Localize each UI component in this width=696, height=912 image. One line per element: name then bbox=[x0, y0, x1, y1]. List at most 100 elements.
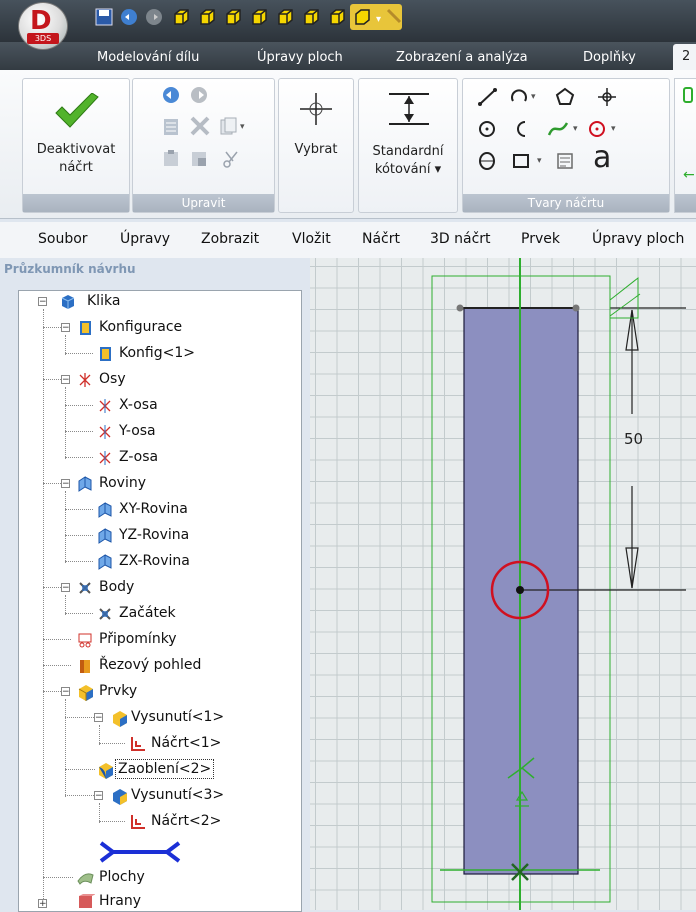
view-cube-icon-3[interactable] bbox=[224, 8, 242, 26]
tree-node-konfigurace[interactable]: Konfigurace bbox=[99, 317, 182, 337]
cut-icon[interactable] bbox=[221, 149, 241, 173]
explorer-title: Průzkumník návrhu bbox=[4, 262, 136, 276]
tree-node-prvky[interactable]: Prvky bbox=[99, 681, 137, 701]
select-button[interactable]: Vybrat bbox=[279, 141, 353, 159]
svg-text:▾: ▾ bbox=[573, 124, 578, 134]
axis-icon bbox=[97, 398, 113, 414]
group-edit: ▾ Upravit bbox=[132, 78, 275, 213]
design-explorer-tree[interactable]: − Klika − Konfigurace Konfig<1> − Osy X-… bbox=[18, 290, 302, 912]
spline-tool-icon[interactable]: ▾ bbox=[547, 119, 583, 143]
features-icon bbox=[77, 683, 93, 701]
deactivate-label-1: Deaktivovat bbox=[36, 142, 116, 157]
menu-nacrt[interactable]: Náčrt bbox=[362, 231, 400, 247]
extrude-icon bbox=[111, 787, 127, 805]
tree-node-vysunuti-3[interactable]: Vysunutí<3> bbox=[131, 785, 224, 805]
group-select: Vybrat bbox=[278, 78, 354, 213]
menu-zobrazit[interactable]: Zobrazit bbox=[201, 231, 259, 247]
list-icon[interactable] bbox=[161, 117, 181, 141]
plane-icon bbox=[97, 554, 113, 570]
view-cube-icon-4[interactable] bbox=[250, 8, 268, 26]
point-tool-icon[interactable] bbox=[597, 87, 617, 111]
group-next-partial: ← bbox=[674, 78, 696, 213]
standard-dimension-button[interactable]: Standardní kótování ▾ bbox=[359, 143, 457, 179]
tab-upravy-ploch[interactable]: Úpravy ploch bbox=[257, 50, 343, 65]
svg-text:▾: ▾ bbox=[611, 124, 616, 134]
redo-icon[interactable] bbox=[189, 85, 209, 109]
tree-node-zx-rovina[interactable]: ZX-Rovina bbox=[119, 551, 190, 571]
ellipse-tool-icon[interactable] bbox=[477, 151, 497, 175]
view-dropdown-button[interactable]: ▾ bbox=[350, 4, 402, 30]
paste-special-icon[interactable] bbox=[189, 149, 209, 173]
arc-center-tool-icon[interactable] bbox=[513, 119, 533, 143]
tab-2d[interactable]: 2 bbox=[673, 44, 696, 70]
view-cube-icon-1[interactable] bbox=[172, 8, 190, 26]
tree-node-y-osa[interactable]: Y-osa bbox=[119, 421, 156, 441]
next-tool-icon-1[interactable] bbox=[683, 87, 693, 103]
group-footer-empty bbox=[23, 194, 129, 212]
sketch-icon bbox=[129, 736, 145, 752]
tree-node-yz-rovina[interactable]: YZ-Rovina bbox=[119, 525, 189, 545]
tree-node-osy[interactable]: Osy bbox=[99, 369, 126, 389]
circle-tool-icon[interactable] bbox=[477, 119, 497, 143]
copy-icon[interactable]: ▾ bbox=[219, 117, 249, 141]
group-sketch-shapes: ▾ ▾ ▾ ▾ a Tvary náčrtu bbox=[462, 78, 670, 213]
axis-icon bbox=[97, 424, 113, 440]
paste-icon[interactable] bbox=[161, 149, 181, 173]
line-tool-icon[interactable] bbox=[477, 87, 499, 111]
tree-node-vysunuti-1[interactable]: Vysunutí<1> bbox=[131, 707, 224, 727]
tree-node-pripominky[interactable]: Připomínky bbox=[99, 629, 177, 649]
polygon-tool-icon[interactable] bbox=[555, 87, 575, 111]
tab-modelovani-dilu[interactable]: Modelování dílu bbox=[97, 50, 199, 65]
tab-doplnky[interactable]: Doplňky bbox=[583, 50, 636, 65]
tree-node-body[interactable]: Body bbox=[99, 577, 134, 597]
checkmark-icon bbox=[53, 92, 101, 135]
view-cube-icon-7[interactable] bbox=[328, 8, 346, 26]
app-logo[interactable]: D 3DS bbox=[18, 2, 68, 50]
tree-node-hrany[interactable]: Hrany bbox=[99, 891, 141, 911]
delete-icon[interactable] bbox=[189, 115, 211, 141]
tab-zobrazeni-a-analyza[interactable]: Zobrazení a analýza bbox=[396, 50, 528, 65]
rectangle-tool-icon[interactable]: ▾ bbox=[511, 151, 549, 175]
redo-quick-icon[interactable] bbox=[145, 8, 163, 26]
menu-upravy[interactable]: Úpravy bbox=[120, 231, 170, 247]
tree-node-z-osa[interactable]: Z-osa bbox=[119, 447, 158, 467]
insert-marker-icon[interactable] bbox=[95, 841, 185, 863]
text-tool-icon[interactable]: a bbox=[593, 143, 611, 173]
axes-icon bbox=[77, 372, 93, 388]
menu-upravy-ploch[interactable]: Úpravy ploch bbox=[592, 231, 684, 247]
undo-quick-icon[interactable] bbox=[120, 8, 138, 26]
menu-3d-nacrt[interactable]: 3D náčrt bbox=[430, 231, 491, 247]
svg-text:▾: ▾ bbox=[240, 122, 245, 132]
sketch-viewport[interactable]: 50 bbox=[310, 258, 696, 910]
next-tool-icon-2[interactable]: ← bbox=[683, 167, 695, 183]
arc-tool-icon[interactable]: ▾ bbox=[509, 87, 543, 111]
tree-node-xy-rovina[interactable]: XY-Rovina bbox=[119, 499, 188, 519]
undo-icon[interactable] bbox=[161, 85, 181, 109]
svg-text:▾: ▾ bbox=[531, 92, 536, 102]
menu-soubor[interactable]: Soubor bbox=[38, 231, 88, 247]
config-icon bbox=[77, 320, 93, 336]
tree-node-zaobleni-2[interactable]: Zaoblení<2> bbox=[115, 759, 215, 779]
sketch-canvas[interactable] bbox=[310, 258, 696, 910]
tree-node-nacrt-2[interactable]: Náčrt<2> bbox=[151, 811, 221, 831]
tree-node-zacatek[interactable]: Začátek bbox=[119, 603, 176, 623]
logo-letter: D bbox=[30, 6, 52, 36]
tree-node-nacrt-1[interactable]: Náčrt<1> bbox=[151, 733, 221, 753]
save-icon[interactable] bbox=[95, 8, 113, 26]
view-cube-icon-6[interactable] bbox=[302, 8, 320, 26]
text-frame-tool-icon[interactable] bbox=[555, 151, 575, 175]
dimension-value-label[interactable]: 50 bbox=[624, 430, 643, 448]
tree-node-klika[interactable]: Klika bbox=[87, 291, 120, 311]
view-cube-icon-2[interactable] bbox=[198, 8, 216, 26]
svg-text:▾: ▾ bbox=[537, 156, 542, 166]
menu-vlozit[interactable]: Vložit bbox=[292, 231, 331, 247]
menu-prvek[interactable]: Prvek bbox=[521, 231, 560, 247]
tree-node-x-osa[interactable]: X-osa bbox=[119, 395, 158, 415]
group-dimension: Standardní kótování ▾ bbox=[358, 78, 458, 213]
tree-node-plochy[interactable]: Plochy bbox=[99, 867, 145, 887]
tree-node-roviny[interactable]: Roviny bbox=[99, 473, 146, 493]
tree-node-rezovy-pohled[interactable]: Řezový pohled bbox=[99, 655, 201, 675]
view-cube-icon-5[interactable] bbox=[276, 8, 294, 26]
deactivate-sketch-button[interactable]: Deaktivovat náčrt bbox=[23, 141, 129, 177]
tree-node-konfig-1[interactable]: Konfig<1> bbox=[119, 343, 195, 363]
